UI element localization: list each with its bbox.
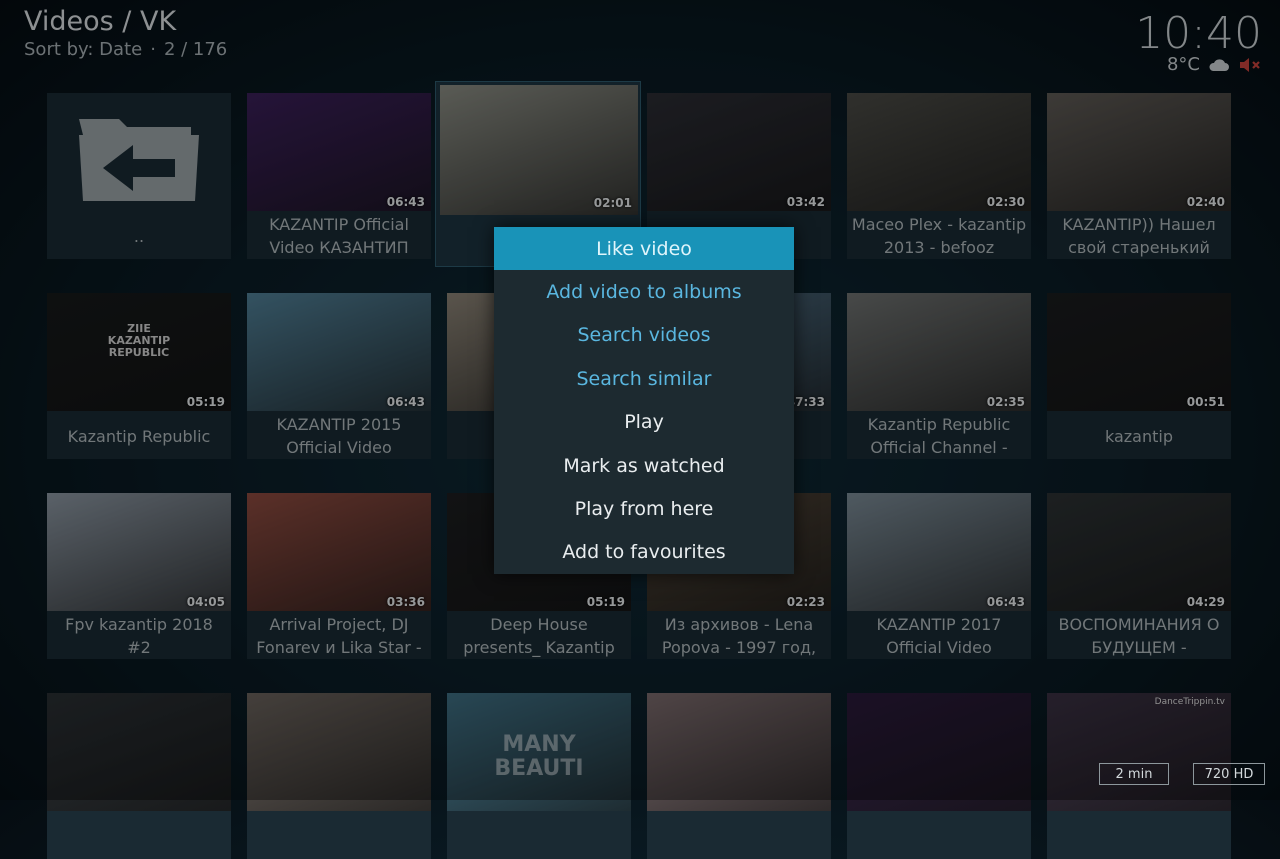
video-tile[interactable]: 04:05 Fpv kazantip 2018 #2 (47, 493, 231, 659)
thumbnail-overlay-text: MANY BEAUTI (494, 732, 584, 781)
video-title: ВОСПОМИНАНИЯ О БУДУЩЕМ - (1058, 615, 1220, 657)
video-tile[interactable]: 02:40 KAZANTIP)) Нашел свой старенький (1047, 93, 1231, 259)
video-thumbnail (247, 293, 431, 411)
video-tile[interactable]: MANY BEAUTI (447, 693, 631, 859)
cloud-icon (1208, 58, 1230, 72)
video-tile[interactable] (647, 693, 831, 859)
video-title: Fpv kazantip 2018 #2 (65, 615, 213, 657)
video-duration: 03:42 (786, 195, 825, 209)
kazantip-logo: ZIIE KAZANTIP REPUBLIC (107, 322, 171, 359)
video-tile[interactable]: 06:43 KAZANTIP 2017 Official Video (847, 493, 1031, 659)
temperature: 8°C (1166, 54, 1200, 75)
video-duration: 04:29 (1186, 595, 1225, 609)
video-thumbnail (847, 293, 1031, 411)
weather-info: 8°C (1167, 54, 1262, 75)
video-thumbnail (247, 493, 431, 611)
header: Videos / VK Sort by: Date · 2 / 176 (24, 6, 227, 62)
page-title: Videos / VK (24, 6, 177, 37)
video-duration: 05:19 (186, 395, 225, 409)
item-position: 2 / 176 (163, 39, 228, 60)
video-thumbnail (247, 693, 431, 811)
video-duration: 05:19 (586, 595, 625, 609)
video-thumbnail (647, 93, 831, 211)
video-tile[interactable]: 06:43 KAZANTIP 2015 Official Video (247, 293, 431, 459)
video-thumbnail (847, 493, 1031, 611)
resolution-badge: 720 HD (1193, 763, 1265, 785)
video-tile[interactable] (247, 693, 431, 859)
video-title: Kazantip Republic Official Channel - (867, 415, 1011, 457)
menu-item-like-video[interactable]: Like video (494, 227, 794, 271)
video-duration: 06:43 (986, 595, 1025, 609)
video-duration: 02:35 (986, 395, 1025, 409)
menu-item-mark-as-watched[interactable]: Mark as watched (494, 444, 794, 487)
video-duration: 06:43 (386, 195, 425, 209)
video-title: KAZANTIP 2017 Official Video (876, 615, 1002, 657)
duration-badge: 2 min (1099, 763, 1169, 785)
thumbnail-overlay-text: DanceTrippin.tv (1154, 697, 1225, 707)
menu-item-add-video-to-albums[interactable]: Add video to albums (494, 270, 794, 313)
video-thumbnail: MANY BEAUTI (447, 693, 631, 811)
video-duration: 02:40 (1186, 195, 1225, 209)
video-tile[interactable]: 02:30 Maceo Plex - kazantip 2013 - befooz (847, 93, 1031, 259)
video-thumbnail (47, 493, 231, 611)
video-duration: 00:51 (1186, 395, 1225, 409)
video-thumbnail (847, 93, 1031, 211)
video-title: kazantip (1104, 426, 1173, 446)
menu-item-play-from-here[interactable]: Play from here (494, 487, 794, 530)
video-title: Kazantip Republic (67, 426, 211, 446)
video-tile[interactable]: 02:35 Kazantip Republic Official Channel … (847, 293, 1031, 459)
video-duration: 02:01 (593, 196, 632, 210)
video-title: Deep House presents_ Kazantip (463, 615, 615, 657)
video-title: Maceo Plex - kazantip 2013 - befooz (851, 215, 1027, 257)
video-duration: 04:05 (186, 595, 225, 609)
speaker-muted-icon[interactable] (1238, 57, 1262, 73)
video-thumbnail (1047, 293, 1231, 411)
video-tile[interactable] (847, 693, 1031, 859)
video-tile[interactable]: 00:51 kazantip (1047, 293, 1231, 459)
sort-info: Sort by: Date · 2 / 176 (24, 38, 227, 62)
video-title: Из архивов - Lena Popova - 1997 год, (661, 615, 817, 657)
video-thumbnail (847, 693, 1031, 811)
video-tile[interactable] (47, 693, 231, 859)
separator: · (150, 39, 156, 60)
menu-item-search-videos[interactable]: Search videos (494, 314, 794, 357)
video-title: KAZANTIP 2015 Official Video (276, 415, 402, 457)
video-thumbnail: DanceTrippin.tv (1047, 693, 1231, 811)
video-tile[interactable]: 06:43 KAZANTIP Official Video КАЗАНТИП (247, 93, 431, 259)
menu-item-play[interactable]: Play (494, 401, 794, 444)
video-thumbnail (247, 93, 431, 211)
video-duration: 03:36 (386, 595, 425, 609)
menu-item-search-similar[interactable]: Search similar (494, 357, 794, 400)
context-menu: Like video Add video to albums Search vide… (494, 227, 794, 575)
video-title: Arrival Project, DJ Fonarev и Lika Star … (256, 615, 422, 657)
video-thumbnail: ZIIE KAZANTIP REPUBLIC (47, 293, 231, 411)
video-tile[interactable]: 04:29 ВОСПОМИНАНИЯ О БУДУЩЕМ - (1047, 493, 1231, 659)
video-thumbnail (1047, 493, 1231, 611)
video-duration: 02:30 (986, 195, 1025, 209)
video-tile[interactable]: 03:36 Arrival Project, DJ Fonarev и Lika … (247, 493, 431, 659)
video-duration: 02:23 (786, 595, 825, 609)
sort-label[interactable]: Sort by: Date (24, 39, 142, 60)
video-title: KAZANTIP)) Нашел свой старенький (1062, 215, 1216, 257)
folder-back-arrow-icon (75, 105, 203, 209)
video-duration: 06:43 (386, 395, 425, 409)
video-title: KAZANTIP Official Video КАЗАНТИП (269, 215, 409, 257)
video-thumbnail (47, 693, 231, 811)
video-thumbnail (1047, 93, 1231, 211)
video-thumbnail (647, 693, 831, 811)
video-tile[interactable]: ZIIE KAZANTIP REPUBLIC 05:19 Kazantip Repu… (47, 293, 231, 459)
video-title: .. (133, 226, 145, 246)
clock: 10:40 (1135, 8, 1262, 59)
parent-folder-tile[interactable]: .. (47, 93, 231, 259)
menu-item-add-to-favourites[interactable]: Add to favourites (494, 531, 794, 574)
